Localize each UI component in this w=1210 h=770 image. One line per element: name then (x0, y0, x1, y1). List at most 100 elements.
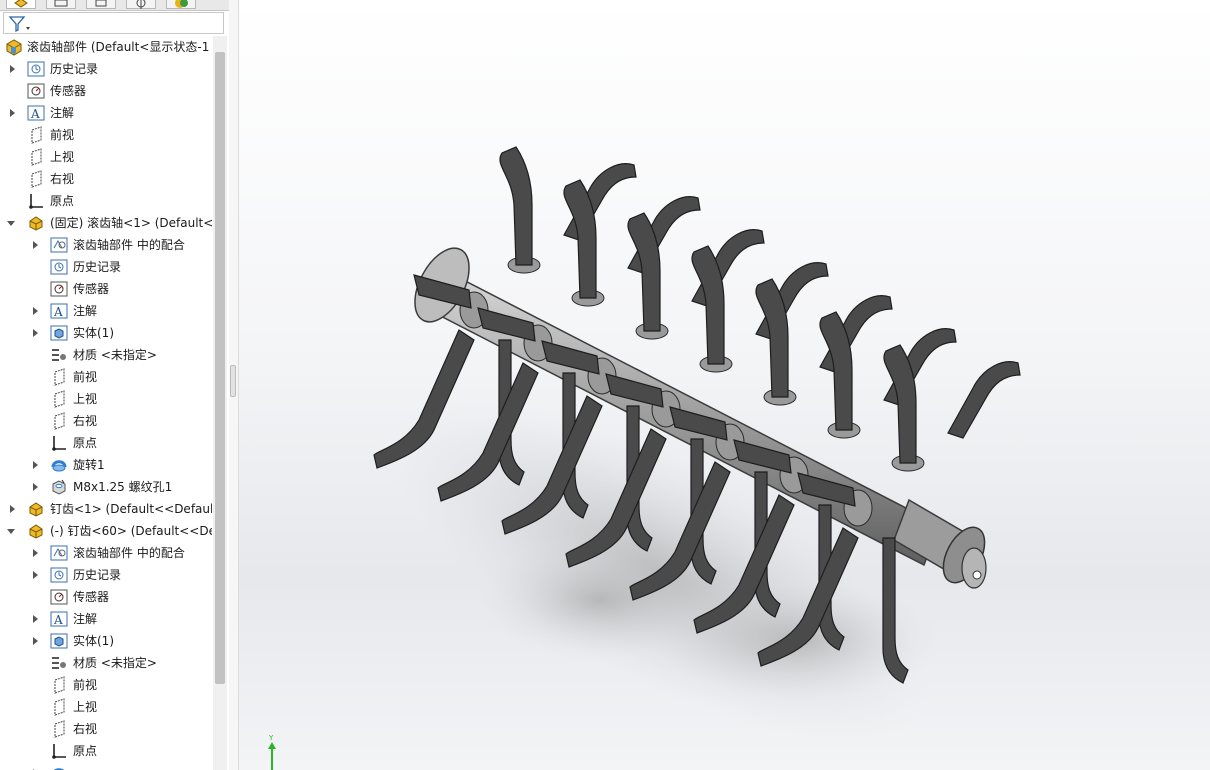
feature-tree: 滚齿轴部件 (Default<显示状态-1 历史记录 传感器 A 注解 前视 上 (0, 36, 212, 770)
svg-text:A: A (53, 613, 63, 627)
origin-icon (52, 436, 66, 451)
tree-item-material[interactable]: 材质 <未指定> (0, 344, 212, 366)
tab-dimxpert-manager[interactable] (126, 0, 156, 9)
expand-arrow-icon[interactable] (10, 505, 15, 513)
tree-item-label: 注解 (50, 106, 75, 120)
triad-arrow-icon (268, 742, 276, 749)
tab-configuration-manager[interactable] (86, 0, 116, 9)
tree-item-history[interactable]: 历史记录 (0, 256, 212, 278)
tooth-rear (947, 361, 1021, 439)
tree-item-right-plane[interactable]: 右视 (0, 718, 212, 740)
tree-item-solid-bodies[interactable]: 实体(1) (0, 322, 212, 344)
tree-filter-bar[interactable] (3, 12, 224, 34)
manager-tab-strip (0, 0, 229, 11)
tree-root-assembly[interactable]: 滚齿轴部件 (Default<显示状态-1 (0, 36, 212, 58)
tree-item-partial[interactable] (0, 762, 212, 770)
history-icon (50, 259, 68, 275)
tree-item-label: 前视 (73, 678, 98, 692)
material-icon (52, 349, 66, 361)
tab-feature-manager[interactable] (6, 0, 36, 9)
tab-property-manager[interactable] (46, 0, 76, 9)
tree-item-part-tooth-60[interactable]: (-) 钉齿<60> (Default<<Def (0, 520, 212, 542)
expand-arrow-icon[interactable] (33, 241, 38, 249)
part-icon (29, 502, 43, 517)
tree-item-history[interactable]: 历史记录 (0, 564, 212, 586)
tree-item-label: 注解 (73, 612, 98, 626)
expand-arrow-icon[interactable] (33, 571, 38, 579)
tree-item-right-plane[interactable]: 右视 (0, 168, 212, 190)
tree-item-solid-bodies[interactable]: 实体(1) (0, 630, 212, 652)
triad-y-label: Y (268, 734, 274, 742)
expand-arrow-icon[interactable] (33, 329, 38, 337)
tree-item-label: 滚齿轴部件 中的配合 (73, 238, 185, 252)
tree-item-label: 历史记录 (73, 568, 122, 582)
tree-item-sensors[interactable]: 传感器 (0, 278, 212, 300)
tree-item-sensors[interactable]: 传感器 (0, 80, 212, 102)
tab-display-manager[interactable] (166, 0, 196, 9)
tree-item-material[interactable]: 材质 <未指定> (0, 652, 212, 674)
expand-arrow-icon[interactable] (10, 109, 15, 117)
filter-icon[interactable] (7, 14, 31, 34)
solid-body-icon (50, 325, 68, 341)
tree-item-label: 原点 (73, 744, 98, 758)
collapse-arrow-icon[interactable] (7, 221, 15, 226)
expand-arrow-icon[interactable] (33, 461, 38, 469)
tree-item-label: 旋转1 (73, 458, 105, 472)
tree-item-front-plane[interactable]: 前视 (0, 366, 212, 388)
part-icon (29, 524, 43, 539)
mates-icon (50, 545, 68, 561)
plane-icon (54, 720, 65, 738)
plane-icon (54, 698, 65, 716)
tree-item-mates[interactable]: 滚齿轴部件 中的配合 (0, 234, 212, 256)
annotation-icon: A (50, 303, 68, 319)
sensor-icon (50, 589, 68, 605)
plane-icon (31, 148, 42, 166)
tree-item-front-plane[interactable]: 前视 (0, 124, 212, 146)
expand-arrow-icon[interactable] (33, 549, 38, 557)
expand-arrow-icon[interactable] (33, 483, 38, 491)
mates-icon (50, 237, 68, 253)
expand-arrow-icon[interactable] (33, 307, 38, 315)
history-icon (27, 61, 45, 77)
plane-icon (54, 368, 65, 386)
tree-item-annotations[interactable]: A 注解 (0, 300, 212, 322)
tree-vertical-scrollbar[interactable] (213, 36, 227, 770)
tree-item-part-shaft[interactable]: (固定) 滚齿轴<1> (Default<< (0, 212, 212, 234)
feature-manager-icon (14, 0, 28, 8)
tree-item-top-plane[interactable]: 上视 (0, 696, 212, 718)
tree-item-label: 右视 (73, 414, 98, 428)
tree-item-top-plane[interactable]: 上视 (0, 388, 212, 410)
tree-item-revolve[interactable]: 旋转1 (0, 454, 212, 476)
tree-item-label: (-) 钉齿<60> (Default<<Def (50, 524, 212, 538)
tree-item-part-tooth-1[interactable]: 钉齿<1> (Default<<Default> (0, 498, 212, 520)
tree-item-sensors[interactable]: 传感器 (0, 586, 212, 608)
sensor-icon (50, 281, 68, 297)
expand-arrow-icon[interactable] (10, 65, 15, 73)
tree-item-history[interactable]: 历史记录 (0, 58, 212, 80)
graphics-viewport[interactable]: Y (239, 0, 1210, 770)
annotation-icon: A (50, 611, 68, 627)
tree-item-origin[interactable]: 原点 (0, 740, 212, 762)
tree-item-label: 钉齿<1> (Default<<Default> (50, 502, 212, 516)
tree-item-right-plane[interactable]: 右视 (0, 410, 212, 432)
dimxpert-icon (136, 0, 146, 9)
collapse-arrow-icon[interactable] (7, 529, 15, 534)
splitter-grip-handle[interactable] (230, 365, 236, 397)
expand-arrow-icon[interactable] (33, 615, 38, 623)
scrollbar-thumb[interactable] (215, 52, 225, 684)
feature-manager-panel: 滚齿轴部件 (Default<显示状态-1 历史记录 传感器 A 注解 前视 上 (0, 0, 230, 770)
tree-item-front-plane[interactable]: 前视 (0, 674, 212, 696)
tree-item-origin[interactable]: 原点 (0, 190, 212, 212)
svg-text:A: A (53, 305, 63, 319)
tree-item-mates[interactable]: 滚齿轴部件 中的配合 (0, 542, 212, 564)
panel-splitter[interactable] (229, 0, 239, 770)
tree-item-label: 右视 (73, 722, 98, 736)
tree-item-label: 前视 (73, 370, 98, 384)
tree-item-annotations[interactable]: A 注解 (0, 608, 212, 630)
tree-item-top-plane[interactable]: 上视 (0, 146, 212, 168)
tree-item-hole-wizard[interactable]: M8x1.25 螺纹孔1 (0, 476, 212, 498)
expand-arrow-icon[interactable] (33, 637, 38, 645)
tree-item-annotations[interactable]: A 注解 (0, 102, 212, 124)
material-icon (52, 657, 66, 669)
tree-item-origin[interactable]: 原点 (0, 432, 212, 454)
